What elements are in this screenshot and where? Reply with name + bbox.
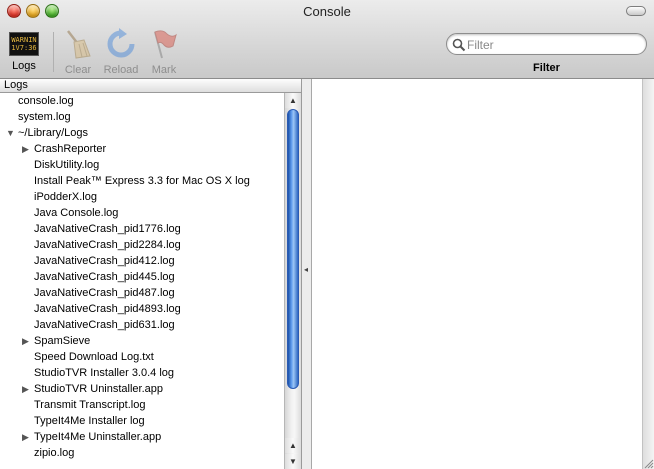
- log-item-label: JavaNativeCrash_pid2284.log: [34, 239, 181, 251]
- log-scrollbar[interactable]: [642, 79, 654, 469]
- filter-input[interactable]: [467, 37, 637, 52]
- logs-scrollbar[interactable]: ▲ ▲ ▼: [284, 93, 301, 469]
- log-item-label: JavaNativeCrash_pid487.log: [34, 287, 175, 299]
- log-list-item[interactable]: Java Console.log: [0, 205, 284, 221]
- broom-icon: [67, 30, 91, 59]
- toolbar-separator: [53, 32, 54, 72]
- divider-handle-icon: ◂: [304, 265, 309, 274]
- log-item-label: CrashReporter: [34, 143, 107, 155]
- logs-icon: WARNIN 1V7:36: [9, 32, 39, 56]
- log-list-item[interactable]: JavaNativeCrash_pid2284.log: [0, 237, 284, 253]
- disclosure-closed-icon[interactable]: ▶: [22, 429, 32, 445]
- log-item-label: Speed Download Log.txt: [34, 351, 154, 363]
- search-icon: [452, 38, 466, 52]
- log-list-item[interactable]: console.log: [0, 93, 284, 109]
- logs-tree[interactable]: console.log system.log ▼ ~/Library/Logs ▶ Cra…: [0, 93, 284, 469]
- log-list-item[interactable]: JavaNativeCrash_pid4893.log: [0, 301, 284, 317]
- log-item-label: TypeIt4Me Installer log: [34, 415, 145, 427]
- clear-button[interactable]: Clear: [58, 28, 98, 76]
- log-item-label: TypeIt4Me Uninstaller.app: [34, 431, 162, 443]
- log-item-label: StudioTVR Installer 3.0.4 log: [34, 367, 175, 379]
- split-view-divider[interactable]: ◂: [302, 79, 312, 469]
- filter-label: Filter: [533, 62, 560, 74]
- logs-button[interactable]: WARNIN 1V7:36 Logs: [4, 28, 44, 72]
- log-item-label: Transmit Transcript.log: [34, 399, 146, 411]
- scroll-thumb[interactable]: [287, 109, 299, 389]
- log-list-item[interactable]: ▶ CrashReporter: [0, 141, 284, 157]
- mark-label: Mark: [151, 64, 177, 76]
- mark-button[interactable]: Mark: [144, 28, 184, 76]
- log-list-item[interactable]: Transmit Transcript.log: [0, 397, 284, 413]
- log-list-item[interactable]: JavaNativeCrash_pid1776.log: [0, 221, 284, 237]
- reload-label: Reload: [103, 64, 139, 76]
- log-text-view[interactable]: [312, 79, 642, 469]
- log-list-item[interactable]: iPodderX.log: [0, 189, 284, 205]
- window-toolbar: Console WARNIN 1V7:36 Logs Clear Reload …: [0, 0, 654, 79]
- log-list-item[interactable]: Install Peak™ Express 3.3 for Mac OS X l…: [0, 173, 284, 189]
- disclosure-closed-icon[interactable]: ▶: [22, 381, 32, 397]
- log-list-item[interactable]: ▶ TypeIt4Me Uninstaller.app: [0, 429, 284, 445]
- log-item-label: StudioTVR Uninstaller.app: [34, 383, 164, 395]
- scroll-down-arrow[interactable]: ▼: [285, 454, 301, 469]
- logs-drawer: Logs console.log system.log ▼ ~/Library/Log…: [0, 79, 302, 469]
- log-list-item[interactable]: JavaNativeCrash_pid631.log: [0, 317, 284, 333]
- log-list-item[interactable]: JavaNativeCrash_pid412.log: [0, 253, 284, 269]
- toolbar-toggle-button[interactable]: [626, 6, 646, 16]
- log-list-item[interactable]: ▶ StudioTVR Uninstaller.app: [0, 381, 284, 397]
- scroll-up-arrow[interactable]: ▲: [285, 93, 301, 108]
- clear-label: Clear: [64, 64, 92, 76]
- reload-icon: [107, 28, 135, 58]
- window-title: Console: [303, 4, 351, 19]
- log-item-label: JavaNativeCrash_pid631.log: [34, 319, 175, 331]
- log-item-label: JavaNativeCrash_pid412.log: [34, 255, 175, 267]
- log-item-label: iPodderX.log: [34, 191, 97, 203]
- log-item-label: SpamSieve: [34, 335, 91, 347]
- log-item-label: JavaNativeCrash_pid445.log: [34, 271, 175, 283]
- log-list-item[interactable]: DiskUtility.log: [0, 157, 284, 173]
- log-list-item[interactable]: JavaNativeCrash_pid445.log: [0, 269, 284, 285]
- log-item-label: Java Console.log: [34, 207, 119, 219]
- disclosure-open-icon[interactable]: ▼: [6, 125, 16, 141]
- log-item-label: JavaNativeCrash_pid1776.log: [34, 223, 181, 235]
- log-list-item[interactable]: JavaNativeCrash_pid487.log: [0, 285, 284, 301]
- log-list-item[interactable]: zipio.log: [0, 445, 284, 461]
- log-list-item[interactable]: StudioTVR Installer 3.0.4 log: [0, 365, 284, 381]
- log-item-label: system.log: [18, 111, 71, 123]
- log-item-label: DiskUtility.log: [34, 159, 100, 171]
- logs-icon-text: WARNIN 1V7:36: [11, 36, 37, 52]
- log-list-item[interactable]: ▶ SpamSieve: [0, 333, 284, 349]
- log-list-item[interactable]: system.log: [0, 109, 284, 125]
- scroll-up-arrow-bottom[interactable]: ▲: [285, 438, 301, 453]
- log-item-label: console.log: [18, 95, 74, 107]
- disclosure-closed-icon[interactable]: ▶: [22, 141, 32, 157]
- log-list-item[interactable]: Speed Download Log.txt: [0, 349, 284, 365]
- flag-icon: [154, 30, 177, 59]
- disclosure-closed-icon[interactable]: ▶: [22, 333, 32, 349]
- log-list-item[interactable]: ▼ ~/Library/Logs: [0, 125, 284, 141]
- logs-label: Logs: [12, 60, 36, 72]
- log-item-label: Install Peak™ Express 3.3 for Mac OS X l…: [34, 175, 250, 187]
- log-item-label: zipio.log: [34, 447, 75, 459]
- resize-grip-icon[interactable]: [642, 457, 654, 469]
- log-item-label: ~/Library/Logs: [18, 127, 89, 139]
- logs-column-header[interactable]: Logs: [0, 79, 301, 93]
- filter-search-field[interactable]: [446, 33, 647, 55]
- reload-button[interactable]: Reload: [101, 28, 141, 76]
- log-list-item[interactable]: TypeIt4Me Installer log: [0, 413, 284, 429]
- log-item-label: JavaNativeCrash_pid4893.log: [34, 303, 181, 315]
